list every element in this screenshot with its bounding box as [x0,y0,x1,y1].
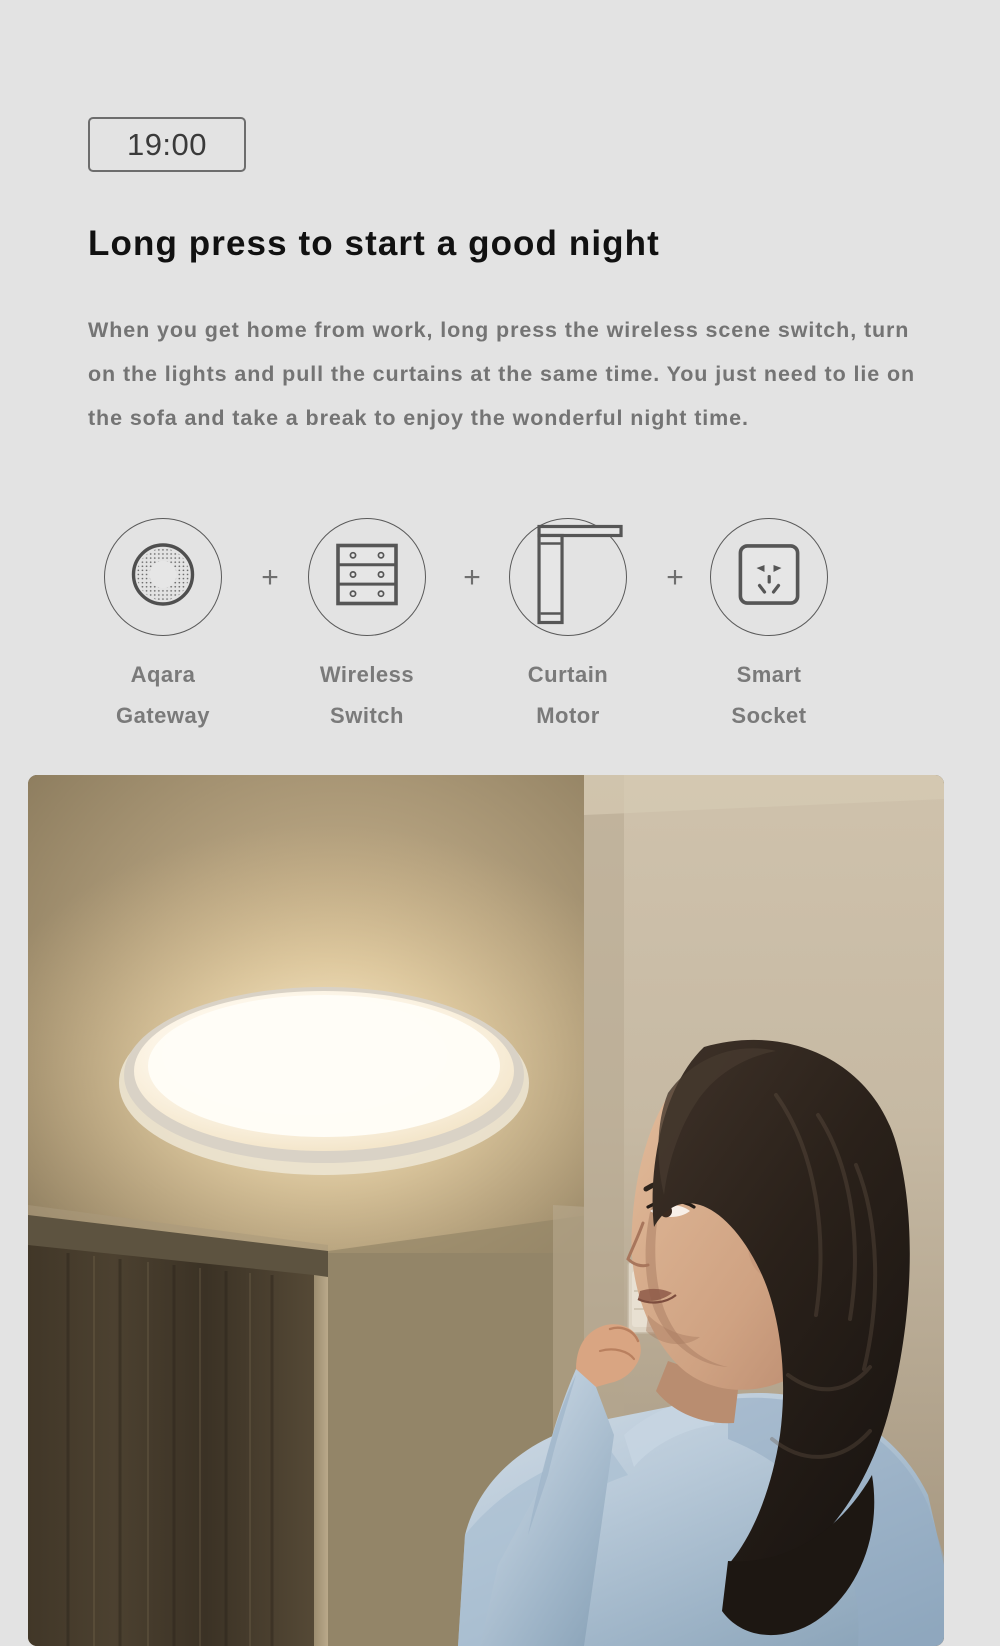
device-label-line2: Switch [330,703,404,728]
device-label-line2: Socket [731,703,807,728]
device-item-smart-socket: Smart Socket [694,518,844,736]
page-title: Long press to start a good night [88,224,660,263]
device-label: Wireless Switch [292,654,442,736]
photo-illustration [28,775,944,1646]
device-label: Aqara Gateway [88,654,238,736]
smart-socket-icon [738,544,800,611]
description-text: When you get home from work, long press … [88,318,916,430]
device-label-line2: Gateway [116,703,210,728]
plus-separator-2: + [463,561,481,594]
device-item-aqara-gateway: Aqara Gateway [88,518,238,736]
device-label-line1: Curtain [527,662,609,687]
device-list: Aqara Gateway + Wireless Switch + Curtai… [88,518,912,763]
device-label: Curtain Motor [493,654,643,736]
promo-page: 19:00 Long press to start a good night W… [0,0,1000,1646]
device-icon-circle [710,518,828,636]
lifestyle-photo [28,775,944,1646]
device-label-line1: Aqara [130,662,196,687]
device-item-curtain-motor: Curtain Motor [493,518,643,736]
device-label-line2: Motor [536,703,600,728]
time-badge: 19:00 [88,117,246,172]
plus-separator-1: + [261,561,279,594]
device-label-line1: Wireless [319,662,415,687]
device-icon-circle [104,518,222,636]
device-label: Smart Socket [694,654,844,736]
device-label-line1: Smart [736,662,802,687]
device-icon-circle [509,518,627,636]
wireless-switch-icon [336,543,398,611]
aqara-gateway-icon [124,535,202,619]
device-item-wireless-switch: Wireless Switch [292,518,442,736]
plus-separator-3: + [666,561,684,594]
time-badge-value: 19:00 [126,126,208,162]
device-icon-circle [308,518,426,636]
curtain-motor-icon [537,524,623,630]
